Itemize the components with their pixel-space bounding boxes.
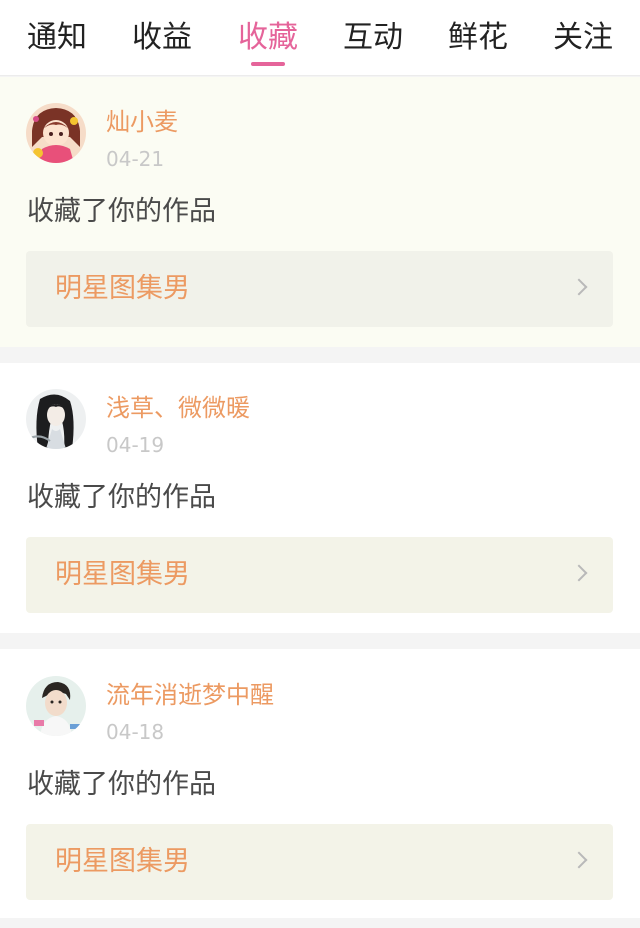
celebrity-photo-avatar-icon: [26, 676, 86, 736]
avatar[interactable]: [26, 389, 86, 449]
tab-notifications[interactable]: 通知: [26, 16, 88, 60]
work-title: 明星图集男: [55, 846, 190, 877]
notification-card: 灿小麦 04-21 收藏了你的作品 明星图集男: [0, 77, 640, 347]
ink-painting-girl-avatar-icon: [26, 389, 86, 449]
anime-girl-avatar-icon: [26, 103, 86, 163]
tab-flowers[interactable]: 鲜花: [446, 16, 510, 60]
notification-card: 浅草、微微暖 04-19 收藏了你的作品 明星图集男: [0, 363, 640, 633]
chevron-right-icon: [570, 278, 588, 296]
tab-bar: 通知 收益 收藏 互动 鲜花 关注: [0, 0, 640, 76]
avatar[interactable]: [26, 676, 86, 736]
notification-date: 04-19: [106, 433, 165, 457]
work-link[interactable]: 明星图集男: [26, 824, 613, 900]
tab-favorites[interactable]: 收藏: [236, 16, 300, 60]
chevron-right-icon: [570, 851, 588, 869]
chevron-right-icon: [570, 564, 588, 582]
work-link[interactable]: 明星图集男: [26, 251, 613, 327]
tab-earnings[interactable]: 收益: [131, 16, 193, 60]
avatar[interactable]: [26, 103, 86, 163]
username-link[interactable]: 灿小麦: [106, 107, 178, 137]
notification-action-text: 收藏了你的作品: [27, 482, 216, 513]
notification-date: 04-21: [106, 147, 165, 171]
notification-action-text: 收藏了你的作品: [27, 769, 216, 800]
active-tab-indicator: [251, 62, 285, 66]
notification-action-text: 收藏了你的作品: [27, 196, 216, 227]
notification-date: 04-18: [106, 720, 165, 744]
username-link[interactable]: 浅草、微微暖: [106, 393, 250, 423]
tab-interactions[interactable]: 互动: [341, 16, 405, 60]
work-link[interactable]: 明星图集男: [26, 537, 613, 613]
work-title: 明星图集男: [55, 273, 190, 304]
username-link[interactable]: 流年消逝梦中醒: [106, 680, 274, 710]
work-title: 明星图集男: [55, 559, 190, 590]
tab-following[interactable]: 关注: [551, 16, 615, 60]
notification-card: 流年消逝梦中醒 04-18 收藏了你的作品 明星图集男: [0, 649, 640, 918]
